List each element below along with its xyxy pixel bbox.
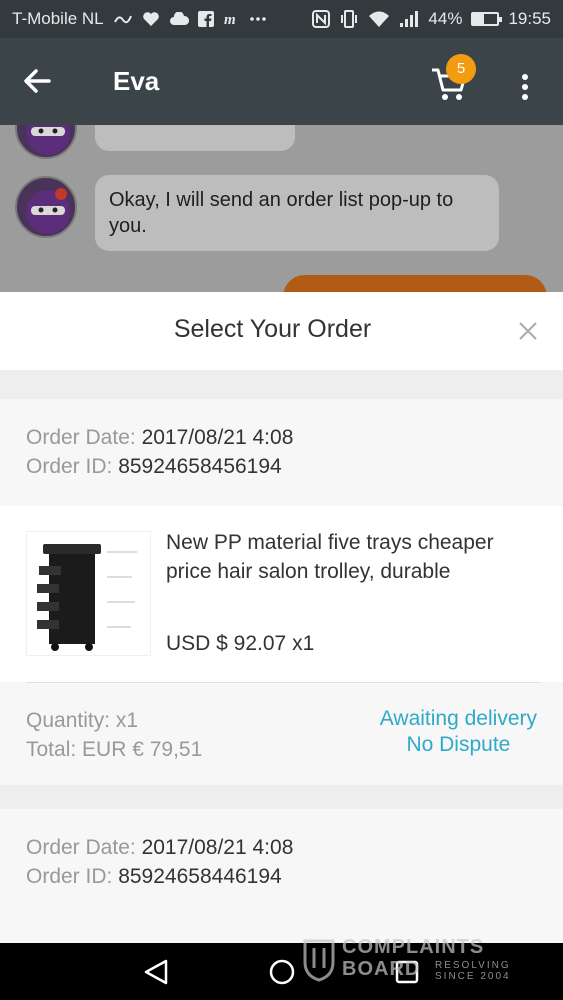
app-header: Eva 5 [0,38,563,125]
order-card[interactable]: Order Date: 2017/08/21 4:08 Order ID: 85… [0,399,563,785]
more-options-button[interactable] [510,64,540,104]
product-title: New PP material five trays cheaper price… [166,531,494,583]
signal-icon [400,11,419,27]
carrier-label: T-Mobile NL [12,9,104,28]
order-date-row: Order Date: 2017/08/21 4:08 [26,423,537,452]
more-dots-icon [249,17,266,21]
order-date-label: Order Date: [26,426,136,449]
seller-avatar [15,125,77,159]
order-select-sheet: Select Your Order Order Date: 2017/08/21… [0,292,563,943]
chat-area: 85924658446194 Okay, I will send an orde… [0,125,563,293]
triangle-back-icon [144,959,168,985]
status-bar: T-Mobile NL m 44% 19:55 [0,0,563,38]
order-date-row: Order Date: 2017/08/21 4:08 [26,833,537,862]
ninja-avatar-icon [26,188,70,234]
ninja-avatar-icon [26,125,70,155]
product-image [26,531,151,656]
nfc-n-icon [312,10,331,28]
cloud-icon [169,12,189,25]
watermark-tag1: RESOLVING [435,960,511,971]
order-id-row: Order ID: 85924658446194 [26,862,537,891]
close-icon [519,322,537,340]
complaints-board-watermark: COMPLAINTS BOARD RESOLVING SINCE 2004 [300,934,530,984]
clock: 19:55 [508,9,551,28]
heart-icon [142,12,159,26]
chat-message: 85924658446194 [95,125,295,151]
contact-name: Eva [113,66,160,96]
status-right: 44% 19:55 [312,9,551,29]
watermark-line1: COMPLAINTS [342,936,485,958]
battery-icon [471,12,503,26]
wifi-icon [369,11,390,27]
close-button[interactable] [513,316,543,346]
chat-message-text: 85924658446194 [109,125,265,127]
order-id-label: Order ID: [26,865,113,888]
order-status: Awaiting delivery No Dispute [380,706,537,758]
order-id-value: 85924658456194 [118,455,282,478]
order-meta: Order Date: 2017/08/21 4:08 Order ID: 85… [0,399,563,481]
order-date-label: Order Date: [26,836,136,859]
nfc-icon [113,15,132,24]
order-date-value: 2017/08/21 4:08 [141,836,294,859]
total-text: Total: EUR € 79,51 [26,738,203,761]
product-price: USD $ 92.07 x1 [166,632,315,655]
status-left: T-Mobile NL m [12,9,266,29]
product-row[interactable]: New PP material five trays cheaper price… [0,506,563,682]
quantity-total: Quantity: x1 Total: EUR € 79,51 [26,706,202,764]
chat-message: Okay, I will send an order list pop-up t… [95,175,499,251]
messenger-icon: m [224,12,236,27]
watermark-line2: BOARD [342,958,421,980]
circle-home-icon [269,959,295,985]
order-id-value: 85924658446194 [118,865,282,888]
seller-avatar [15,176,77,238]
order-card[interactable]: Order Date: 2017/08/21 4:08 Order ID: 85… [0,809,563,943]
dispute-status: No Dispute [406,733,511,756]
facebook-icon [197,11,214,27]
order-footer: Quantity: x1 Total: EUR € 79,51 Awaiting… [0,682,563,785]
more-vert-icon [510,64,540,100]
battery-percent: 44% [428,9,463,28]
delivery-status: Awaiting delivery [379,707,537,730]
salon-trolley-image [37,544,137,651]
vibrate-icon [341,10,358,28]
battery-level [473,14,484,24]
sheet-title: Select Your Order [173,315,372,343]
order-id-label: Order ID: [26,455,113,478]
watermark-tag2: SINCE 2004 [435,971,511,982]
outgoing-message-bubble [283,275,547,293]
svg-text:m: m [224,12,236,27]
quantity-text: Quantity: x1 [26,709,139,732]
nav-home-button[interactable] [265,955,299,989]
nav-back-button[interactable] [140,955,174,989]
shield-logo-icon [303,939,335,982]
order-id-row: Order ID: 85924658456194 [26,452,537,481]
divider [26,682,541,683]
sheet-header: Select Your Order [0,292,563,370]
back-arrow-icon [24,69,51,93]
cart-count-badge: 5 [446,54,476,84]
chat-message-text: Okay, I will send an order list pop-up t… [109,189,454,237]
order-date-value: 2017/08/21 4:08 [141,426,294,449]
back-button[interactable] [22,63,66,99]
order-meta: Order Date: 2017/08/21 4:08 Order ID: 85… [0,809,563,891]
